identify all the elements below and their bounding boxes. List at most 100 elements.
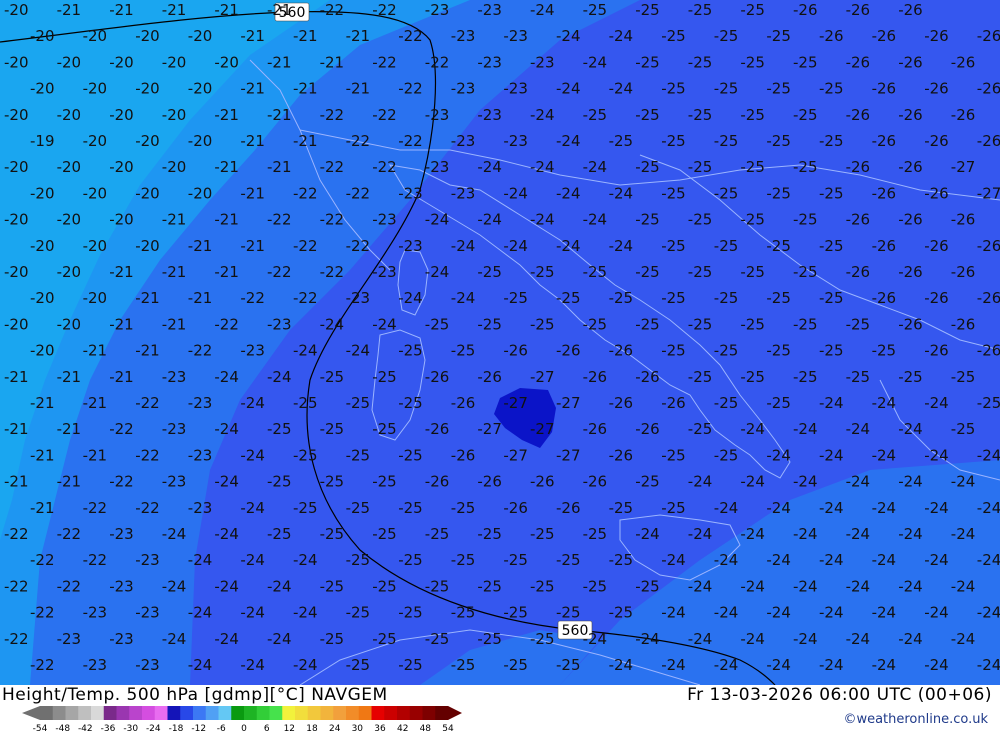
temperature-value: -26: [477, 368, 502, 386]
temperature-value: -24: [372, 315, 397, 333]
temperature-value: -21: [30, 499, 55, 517]
temperature-value: -24: [977, 551, 1000, 569]
temperature-value: -25: [372, 420, 397, 438]
temperature-value: -25: [372, 368, 397, 386]
temperature-map: 560 560 -20 -21 -21 -21 -21 -21 -22 -22 -23 -23 -2…: [0, 0, 1000, 685]
temperature-value: -24: [819, 656, 844, 674]
temperature-value: -26: [451, 394, 476, 412]
temperature-value: -25: [714, 237, 739, 255]
temperature-value: -25: [346, 446, 371, 464]
temperature-value: -24: [583, 158, 608, 176]
temperature-value: -22: [109, 420, 134, 438]
temperature-value: -26: [977, 342, 1000, 360]
temperature-value: -24: [924, 551, 949, 569]
temperature-value: -20: [4, 106, 29, 124]
temperature-value: -22: [372, 158, 397, 176]
temperature-value: -23: [451, 184, 476, 202]
temperature-value: -20: [135, 80, 160, 98]
colorbar-tick-label: -18: [169, 724, 184, 733]
temperature-value: -25: [503, 289, 528, 307]
temperature-value: -26: [609, 394, 634, 412]
temperature-value: -25: [661, 237, 686, 255]
temperature-value: -21: [188, 289, 213, 307]
colorbar-tick-label: -54: [33, 724, 48, 733]
temperature-value: -23: [162, 473, 187, 491]
temperature-value: -24: [503, 237, 528, 255]
temperature-value: -25: [793, 106, 818, 124]
temperature-value: -25: [819, 342, 844, 360]
temperature-value: -26: [951, 53, 976, 71]
temperature-value: -22: [135, 394, 160, 412]
temperature-value: -20: [83, 80, 108, 98]
temperature-value: -22: [57, 525, 82, 543]
temperature-value: -25: [661, 446, 686, 464]
temperature-value: -25: [556, 604, 581, 622]
temperature-value: -26: [635, 420, 660, 438]
temperature-value: -20: [162, 158, 187, 176]
temperature-value: -24: [425, 211, 450, 229]
temperature-value: -27: [477, 420, 502, 438]
temperature-value: -25: [320, 368, 345, 386]
colorbar-tick-label: 36: [374, 724, 386, 733]
colorbar-swatch: [40, 706, 54, 720]
temperature-value: -20: [30, 184, 55, 202]
temperature-value: -26: [451, 446, 476, 464]
temperature-value: -22: [214, 315, 239, 333]
temperature-value: -21: [4, 368, 29, 386]
colorbar-swatch: [154, 706, 168, 720]
temperature-value: -21: [214, 106, 239, 124]
temperature-value: -22: [372, 106, 397, 124]
temperature-value: -24: [819, 446, 844, 464]
temperature-value: -21: [240, 132, 265, 150]
colorbar-swatch: [295, 706, 309, 720]
temperature-value: -24: [267, 630, 292, 648]
temperature-value: -24: [740, 577, 765, 595]
temperature-value: -26: [898, 211, 923, 229]
site-credit[interactable]: ©weatheronline.co.uk: [843, 712, 988, 727]
temperature-value: -24: [951, 525, 976, 543]
temperature-value: -20: [109, 211, 134, 229]
temperature-value: -26: [530, 473, 555, 491]
temperature-value: -24: [267, 577, 292, 595]
temperature-value: -23: [477, 53, 502, 71]
temperature-value: -21: [57, 420, 82, 438]
temperature-value: -26: [924, 184, 949, 202]
temperature-value: -26: [425, 420, 450, 438]
temperature-value: -26: [977, 289, 1000, 307]
colorbar-swatch: [422, 706, 436, 720]
temperature-value: -25: [398, 656, 423, 674]
colorbar-swatch: [333, 706, 347, 720]
temperature-value: -22: [57, 577, 82, 595]
temperature-value: -24: [740, 420, 765, 438]
colorbar-swatch: [307, 706, 321, 720]
temperature-value: -21: [83, 342, 108, 360]
temperature-value: -21: [293, 27, 318, 45]
temperature-value: -27: [503, 446, 528, 464]
colorbar-swatch: [256, 706, 270, 720]
temperature-value: -20: [188, 132, 213, 150]
temperature-value: -23: [503, 80, 528, 98]
temperature-value: -25: [372, 473, 397, 491]
temperature-value: -23: [135, 551, 160, 569]
temperature-value: -22: [4, 630, 29, 648]
temperature-value: -22: [4, 577, 29, 595]
temperature-value: -23: [83, 656, 108, 674]
temperature-value: -26: [977, 80, 1000, 98]
temperature-value: -24: [425, 263, 450, 281]
temperature-value: -25: [740, 368, 765, 386]
temperature-value: -24: [609, 80, 634, 98]
temperature-value: -25: [714, 342, 739, 360]
colorbar-tick-label: 30: [352, 724, 364, 733]
temperature-value: -26: [898, 158, 923, 176]
temperature-value: -25: [320, 630, 345, 648]
temperature-value: -21: [240, 27, 265, 45]
temperature-value: -22: [240, 289, 265, 307]
temperature-value: -23: [135, 656, 160, 674]
colorbar-swatch: [65, 706, 79, 720]
temperature-value: -20: [135, 132, 160, 150]
temperature-value: -25: [819, 80, 844, 98]
temperature-value: -27: [530, 368, 555, 386]
temperature-value: -26: [661, 394, 686, 412]
temperature-value: -23: [162, 420, 187, 438]
temperature-value: -26: [846, 211, 871, 229]
